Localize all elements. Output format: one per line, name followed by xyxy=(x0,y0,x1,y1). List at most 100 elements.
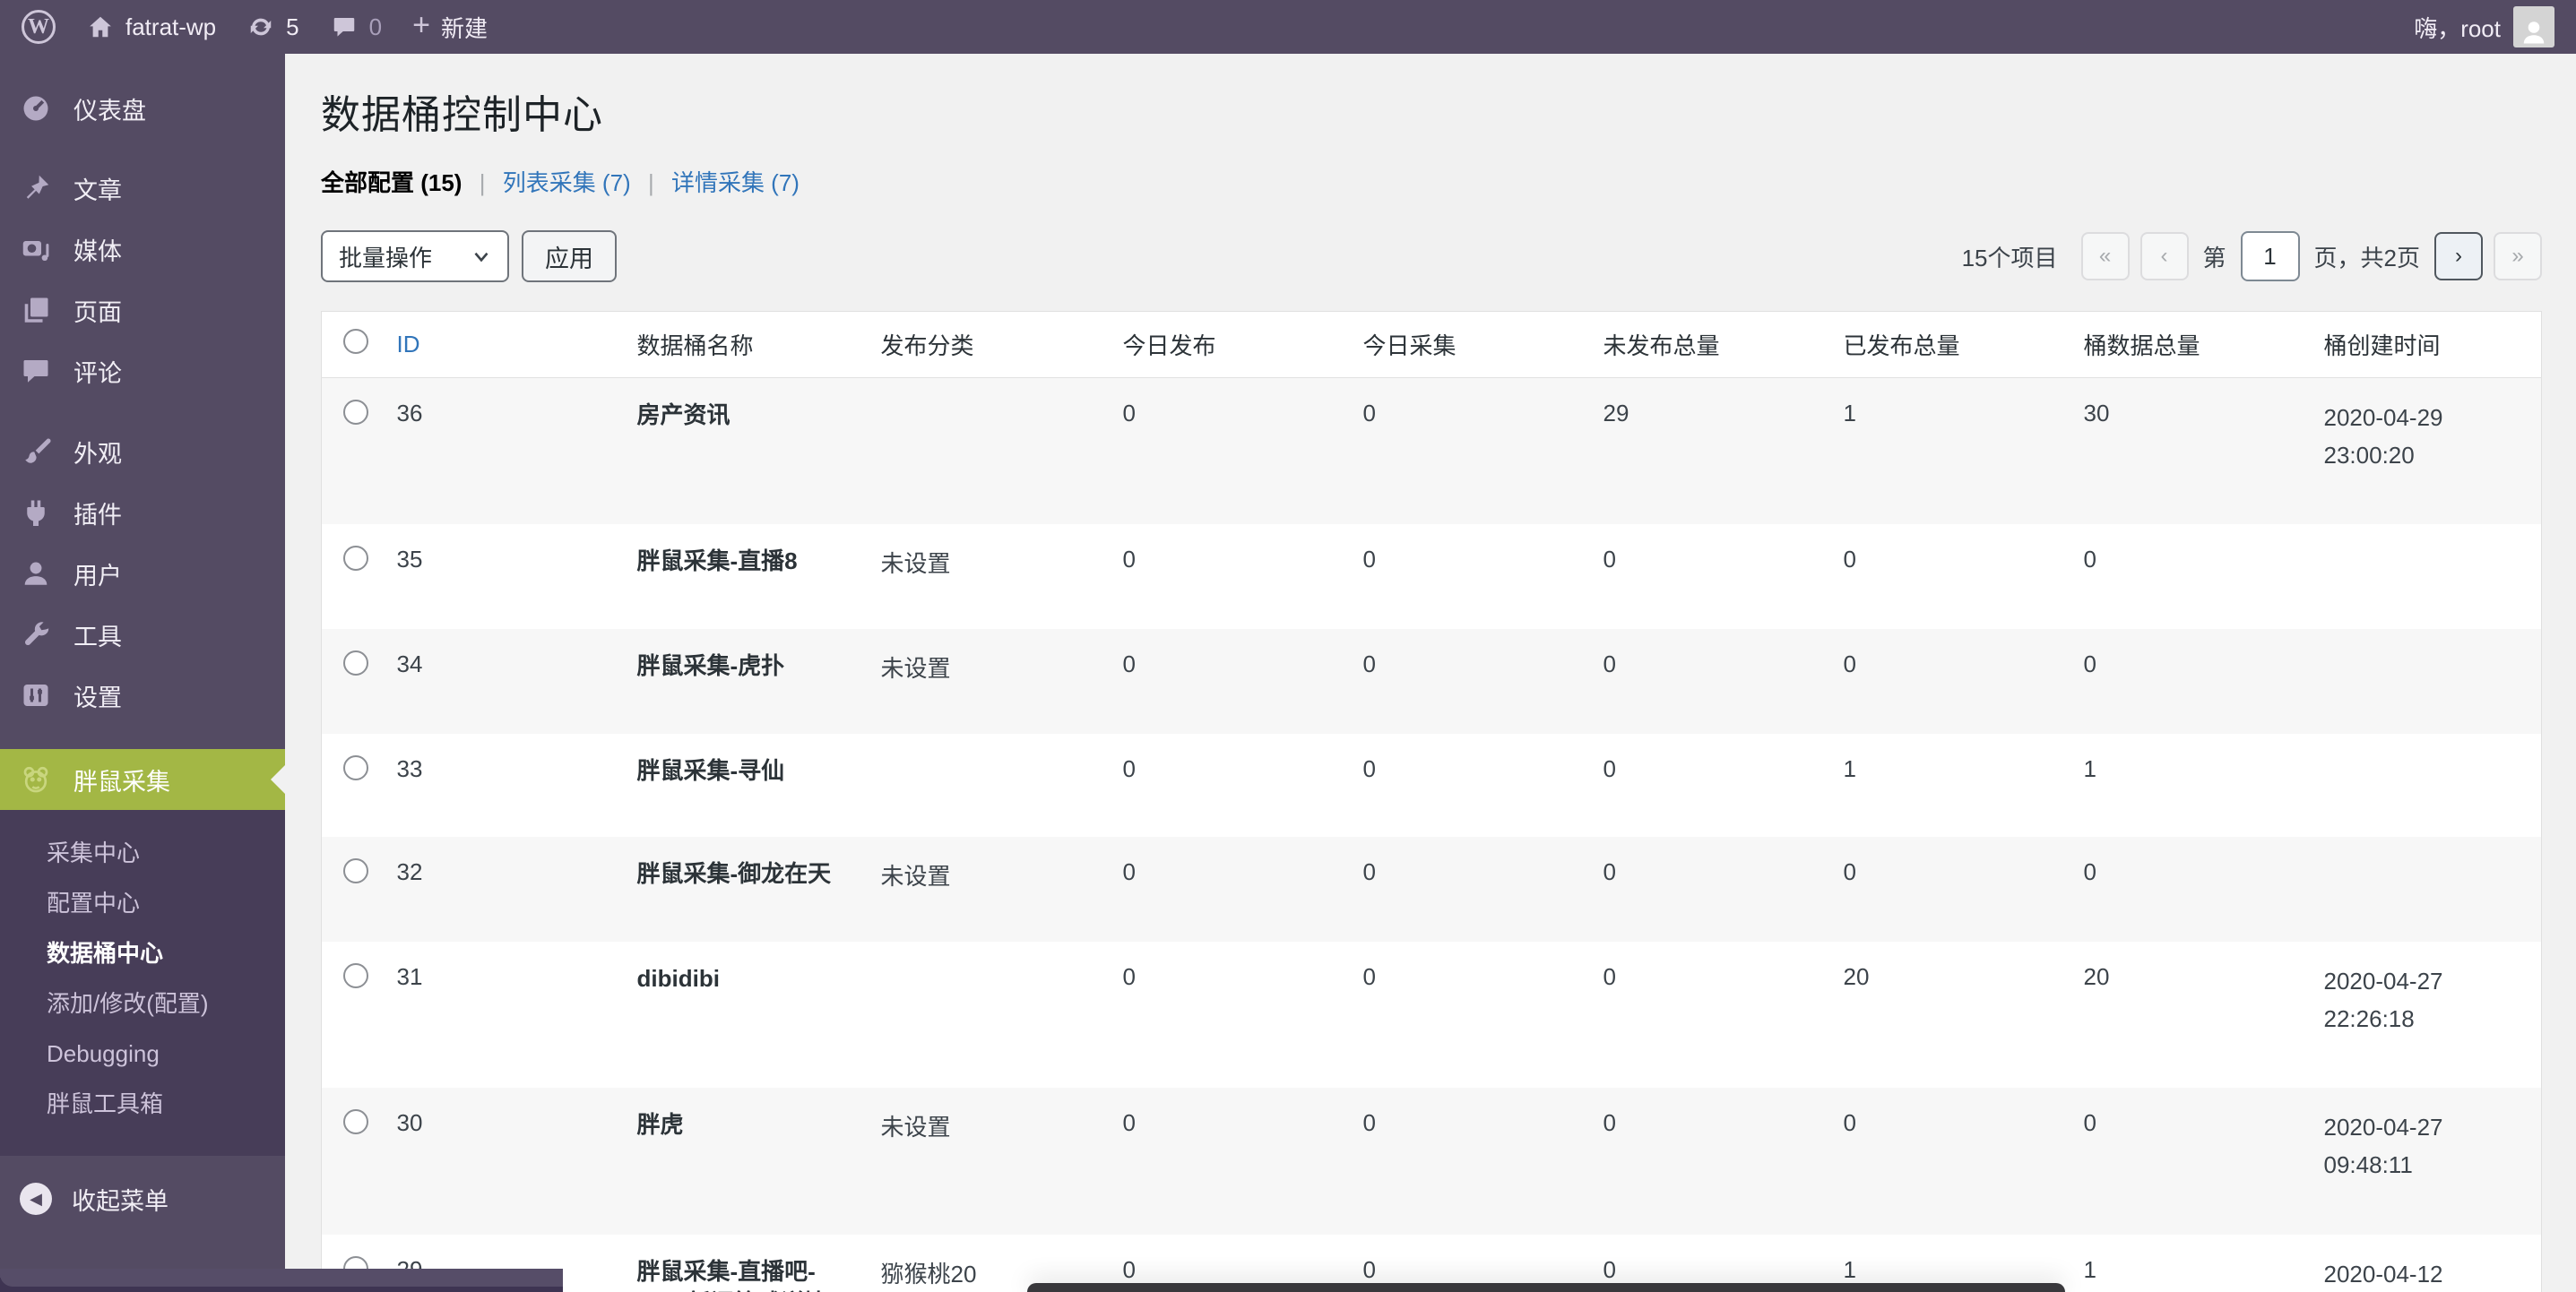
column-header-today-published: 今日发布 xyxy=(1105,312,1345,378)
prev-page-button[interactable]: ‹ xyxy=(2140,232,2189,280)
row-checkbox[interactable] xyxy=(343,963,368,988)
sidebar-item-pages[interactable]: 页面 xyxy=(0,280,285,340)
cell-today-collected: 0 xyxy=(1345,734,1586,837)
current-page-input[interactable] xyxy=(2241,231,2300,281)
sidebar-item-label: 工具 xyxy=(73,617,122,652)
cell-total: 0 xyxy=(2066,837,2306,942)
cell-category: 未设置 xyxy=(863,524,1105,629)
submenu-item[interactable]: 添加/修改(配置) xyxy=(0,978,285,1029)
sidebar-item-label: 外观 xyxy=(73,435,122,469)
appearance-icon xyxy=(20,434,59,469)
filter-detail-collect[interactable]: 详情采集 (7) xyxy=(671,169,800,196)
account-menu[interactable]: 嗨，root xyxy=(2414,6,2554,47)
users-icon xyxy=(20,556,59,591)
wordpress-menu[interactable]: W xyxy=(22,10,56,44)
sidebar-item-posts[interactable]: 文章 xyxy=(0,158,285,219)
select-all-checkbox[interactable] xyxy=(343,329,368,354)
submenu-item[interactable]: 采集中心 xyxy=(0,828,285,878)
home-icon xyxy=(86,13,115,41)
sidebar-item-plugins[interactable]: 插件 xyxy=(0,482,285,543)
collapse-menu-button[interactable]: ◀ 收起菜单 xyxy=(0,1168,285,1229)
bulk-action-select[interactable]: 批量操作 xyxy=(321,230,509,282)
cell-bucket-name: 胖鼠采集-御龙在天 xyxy=(619,837,863,942)
apply-button[interactable]: 应用 xyxy=(522,230,617,282)
cell-today-collected: 0 xyxy=(1345,629,1586,734)
sidebar-item-comments[interactable]: 评论 xyxy=(0,340,285,401)
table-row: 32 胖鼠采集-御龙在天 未设置 0 0 0 0 0 xyxy=(322,837,2542,942)
cell-today-collected: 0 xyxy=(1345,942,1586,1088)
page-prefix: 第 xyxy=(2203,240,2226,273)
sidebar-item-settings[interactable]: 设置 xyxy=(0,665,285,726)
cell-total: 0 xyxy=(2066,524,2306,629)
row-checkbox[interactable] xyxy=(343,546,368,571)
updates-count: 5 xyxy=(286,13,298,41)
site-home-link[interactable]: fatrat-wp xyxy=(86,13,216,41)
submenu-item[interactable]: Debugging xyxy=(0,1029,285,1079)
sidebar-item-label: 胖鼠采集 xyxy=(73,762,170,797)
cell-unpublished: 0 xyxy=(1586,734,1826,837)
cell-unpublished: 0 xyxy=(1586,942,1826,1088)
cell-total: 0 xyxy=(2066,629,2306,734)
updates-icon xyxy=(246,13,275,41)
column-header-category: 发布分类 xyxy=(863,312,1105,378)
sidebar-item-label: 页面 xyxy=(73,293,122,328)
filter-list-collect[interactable]: 列表采集 (7) xyxy=(503,169,631,196)
cell-category: 未设置 xyxy=(863,837,1105,942)
submenu-item[interactable]: 数据桶中心 xyxy=(0,928,285,978)
cell-category xyxy=(863,942,1105,1088)
row-checkbox[interactable] xyxy=(343,400,368,425)
submenu-item[interactable]: 胖鼠工具箱 xyxy=(0,1079,285,1129)
column-header-name: 数据桶名称 xyxy=(619,312,863,378)
sidebar-item-media[interactable]: 媒体 xyxy=(0,219,285,280)
sidebar-item-label: 设置 xyxy=(73,678,122,713)
sidebar-item-dashboard[interactable]: 仪表盘 xyxy=(0,79,285,138)
cell-unpublished: 0 xyxy=(1586,629,1826,734)
sidebar-item-users[interactable]: 用户 xyxy=(0,543,285,604)
cell-created xyxy=(2306,629,2542,734)
new-content-menu[interactable]: + 新建 xyxy=(412,11,488,44)
dock-edge xyxy=(1027,1283,2065,1292)
row-checkbox[interactable] xyxy=(343,650,368,676)
filter-all[interactable]: 全部配置 (15) xyxy=(321,169,462,196)
table-header-row: ID 数据桶名称 发布分类 今日发布 今日采集 未发布总量 已发布总量 桶数据总… xyxy=(322,312,2542,378)
admin-sidebar: 仪表盘文章媒体页面评论外观插件用户工具设置 胖鼠采集 采集中心配置中心数据桶中心… xyxy=(0,54,285,1292)
sidebar-item-appearance[interactable]: 外观 xyxy=(0,421,285,482)
cell-bucket-name: dibidibi xyxy=(619,942,863,1088)
row-checkbox[interactable] xyxy=(343,755,368,780)
sidebar-item-tools[interactable]: 工具 xyxy=(0,604,285,665)
site-name: fatrat-wp xyxy=(125,13,216,41)
page-title: 数据桶控制中心 xyxy=(321,54,2542,140)
cell-bucket-name: 胖鼠采集-虎扑 xyxy=(619,629,863,734)
row-checkbox[interactable] xyxy=(343,1109,368,1134)
cell-published: 1 xyxy=(1826,378,2066,525)
last-page-button[interactable]: » xyxy=(2494,232,2542,280)
cell-published: 20 xyxy=(1826,942,2066,1088)
cell-total: 1 xyxy=(2066,734,2306,837)
subsubsub-filters: 全部配置 (15) | 列表采集 (7) | 详情采集 (7) xyxy=(321,165,2542,198)
comments-indicator[interactable]: 0 xyxy=(330,13,382,41)
column-header-total: 桶数据总量 xyxy=(2066,312,2306,378)
dashboard-icon xyxy=(20,90,59,126)
cell-unpublished: 0 xyxy=(1586,1088,1826,1234)
plugins-icon xyxy=(20,495,59,530)
buckets-table: ID 数据桶名称 发布分类 今日发布 今日采集 未发布总量 已发布总量 桶数据总… xyxy=(321,311,2542,1292)
collapse-label: 收起菜单 xyxy=(72,1182,169,1217)
submenu-item[interactable]: 配置中心 xyxy=(0,878,285,928)
first-page-button[interactable]: « xyxy=(2081,232,2130,280)
row-checkbox[interactable] xyxy=(343,858,368,883)
column-header-id[interactable]: ID xyxy=(397,331,420,357)
cell-today-published: 0 xyxy=(1105,1088,1345,1234)
table-row: 30 胖虎 未设置 0 0 0 0 0 2020-04-27 09:48:11 xyxy=(322,1088,2542,1234)
comment-bubble-icon xyxy=(330,13,359,41)
cell-bucket-name: 胖虎 xyxy=(619,1088,863,1234)
next-page-button[interactable]: › xyxy=(2434,232,2483,280)
cell-today-published: 0 xyxy=(1105,837,1345,942)
pagination: 15个项目 « ‹ 第 页，共2页 › » xyxy=(1962,231,2542,281)
cell-published: 0 xyxy=(1826,524,2066,629)
cell-created xyxy=(2306,837,2542,942)
sidebar-item-label: 插件 xyxy=(73,495,122,530)
updates-indicator[interactable]: 5 xyxy=(246,13,298,41)
sidebar-item-fatrat-collect[interactable]: 胖鼠采集 xyxy=(0,749,285,810)
table-row: 33 胖鼠采集-寻仙 0 0 0 1 1 xyxy=(322,734,2542,837)
cell-published: 0 xyxy=(1826,629,2066,734)
